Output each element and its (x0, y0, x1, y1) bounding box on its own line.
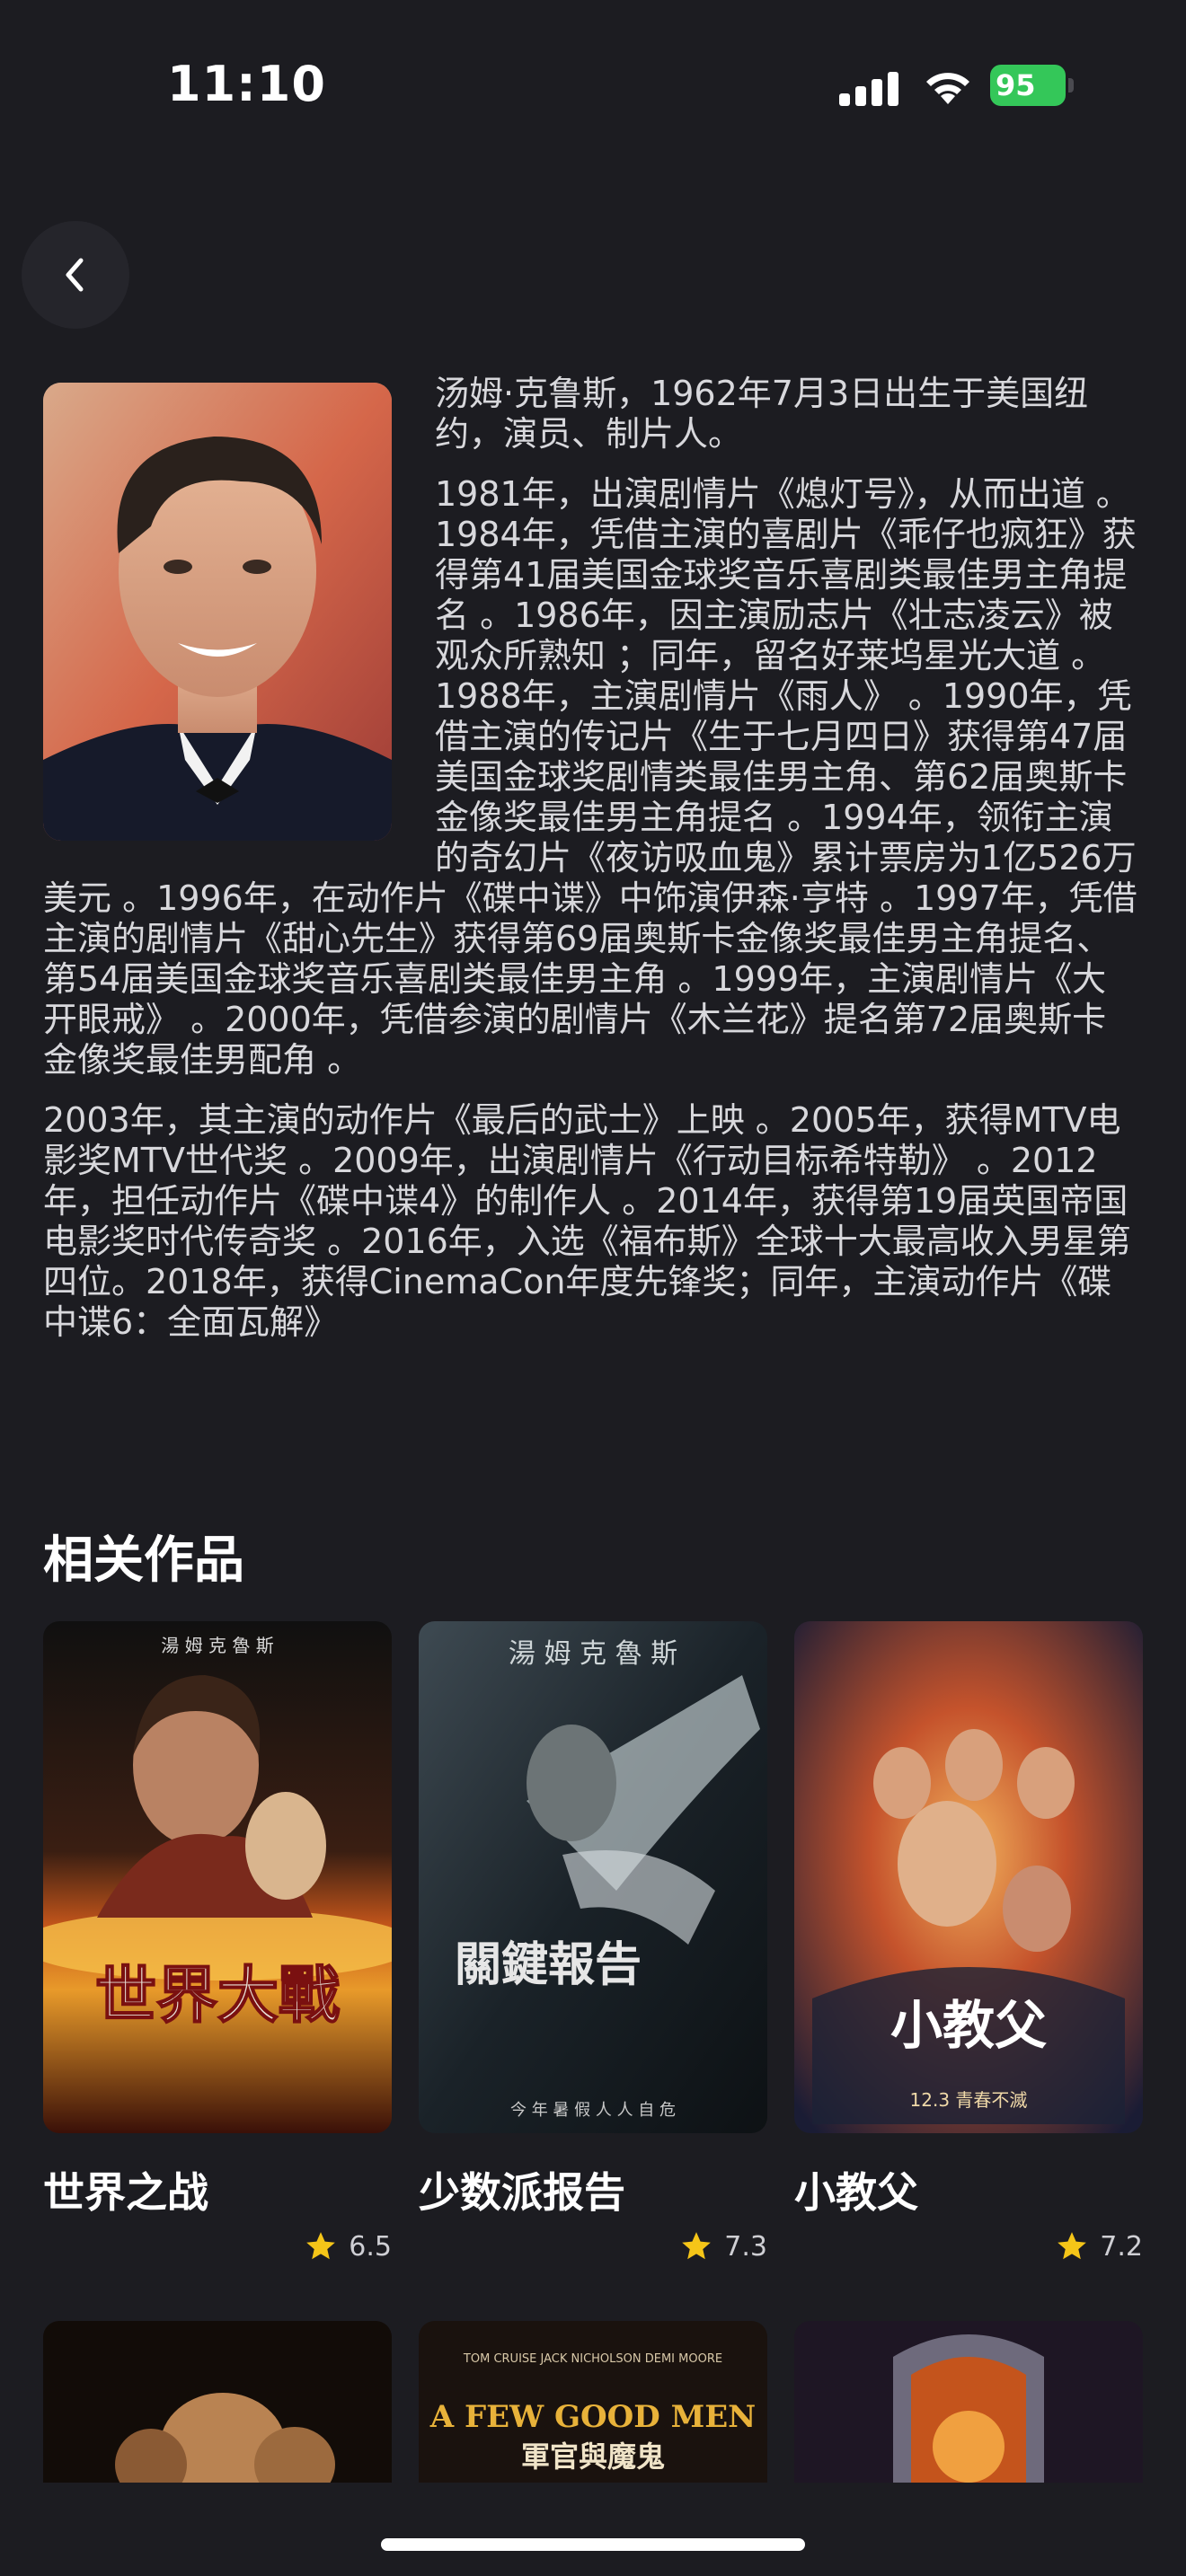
battery-icon: 95 (990, 65, 1074, 106)
bio-paragraph: 2003年，其主演的动作片《最后的武士》上映 。2005年，获得MTV电影奖MT… (43, 1100, 1131, 1342)
poster-title-text: 小教父 (890, 1995, 1047, 2056)
work-title: 小教父 (794, 2168, 918, 2217)
work-rating: 7.3 (679, 2227, 767, 2266)
work-poster[interactable]: 湯 姆 克 魯 斯 關鍵報告 今 年 暑 假 人 人 自 危 (419, 1621, 767, 2133)
poster-top-text: 湯 姆 克 魯 斯 (161, 1635, 273, 1656)
rating-value: 7.3 (724, 2230, 767, 2263)
poster-title-text: A FEW GOOD MEN (429, 2399, 757, 2435)
star-icon (306, 2232, 336, 2260)
work-poster[interactable]: 小教父 12.3 青春不滅 (794, 1621, 1143, 2133)
work-card[interactable]: 小教父 12.3 青春不滅 小教父 7.2 (794, 1621, 1143, 2263)
poster-title-text: 世界大戰 (95, 1961, 340, 2032)
poster-top-text: 湯 姆 克 魯 斯 (509, 1638, 677, 1670)
related-works-title: 相关作品 (43, 1531, 244, 1590)
wifi-icon (926, 73, 969, 104)
work-poster[interactable]: TOM CRUISE JACK NICHOLSON DEMI MOORE A F… (419, 2321, 767, 2483)
actor-bio: 汤姆·克鲁斯，1962年7月3日出生于美国纽约，演员、制片人。 1981年，出演… (43, 374, 1137, 1363)
home-indicator[interactable] (381, 2538, 805, 2551)
star-icon (682, 2232, 712, 2260)
back-button[interactable] (22, 221, 129, 329)
poster-title-text: 關鍵報告 (455, 1938, 642, 1992)
work-poster[interactable] (794, 2321, 1143, 2483)
poster-sub-text: 軍官與魔鬼 (521, 2439, 665, 2474)
work-rating: 6.5 (304, 2227, 392, 2266)
status-bar: 11:10 95 (0, 0, 1186, 171)
work-rating: 7.2 (1055, 2227, 1143, 2266)
rating-value: 6.5 (349, 2230, 392, 2263)
work-card[interactable]: 湯 姆 克 魯 斯 關鍵報告 今 年 暑 假 人 人 自 危 少数派报告 7.3 (419, 1621, 767, 2263)
poster-names-text: TOM CRUISE JACK NICHOLSON DEMI MOORE (463, 2352, 722, 2366)
star-icon (1058, 2232, 1087, 2260)
work-title: 少数派报告 (419, 2168, 625, 2217)
poster-bottom-text: 12.3 青春不滅 (910, 2089, 1028, 2111)
back-chevron-icon (66, 258, 84, 292)
work-poster[interactable]: 湯 姆 克 魯 斯 世界大戰 (43, 1621, 392, 2133)
poster-bottom-text: 今 年 暑 假 人 人 自 危 (510, 2101, 676, 2120)
work-poster[interactable] (43, 2321, 392, 2483)
work-card[interactable]: 湯 姆 克 魯 斯 世界大戰 世界之战 6.5 (43, 1621, 392, 2263)
rating-value: 7.2 (1100, 2230, 1143, 2263)
status-time: 11:10 (167, 56, 326, 112)
work-title: 世界之战 (43, 2168, 208, 2217)
signal-icon (839, 68, 898, 106)
bottom-safe-area (0, 2484, 1186, 2576)
battery-level: 95 (990, 65, 1066, 106)
